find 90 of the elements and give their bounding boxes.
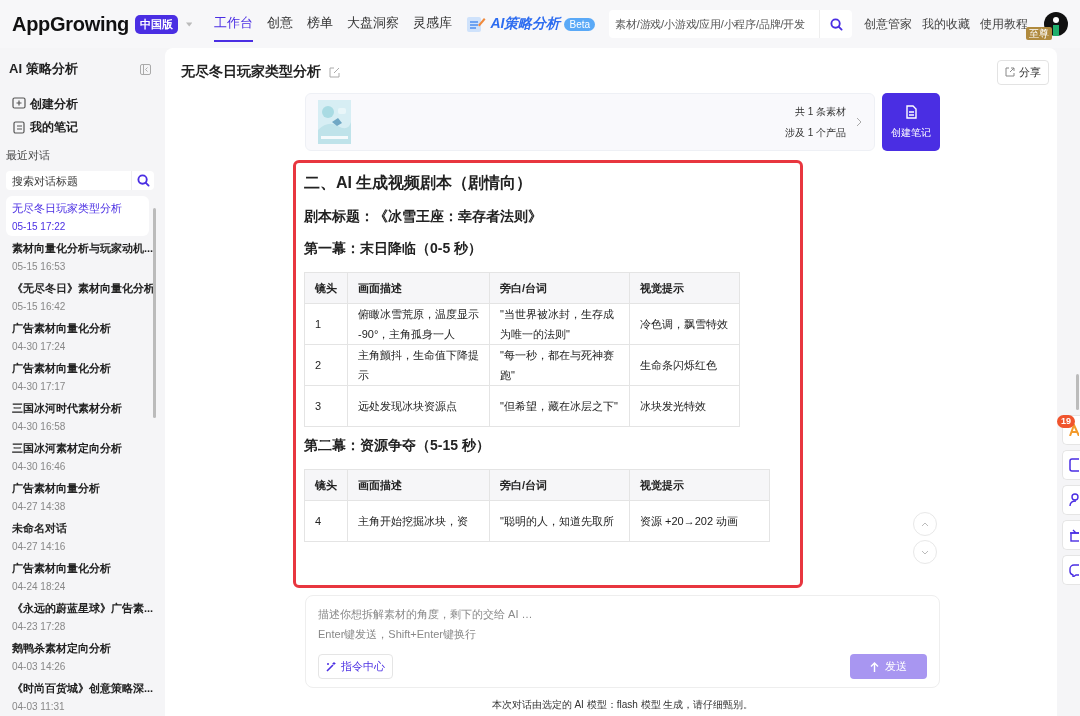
table-cell: 冰块发光特效 [629, 385, 740, 427]
table-cell: 俯瞰冰雪荒原，温度显示 -90°，主角孤身一人 [347, 303, 490, 345]
table-cell: 生命条闪烁红色 [629, 344, 740, 386]
ai-nav-link[interactable]: AI策略分析 Beta [466, 15, 596, 33]
table-cell: 远处发现冰块资源点 [347, 385, 490, 427]
conversation-item[interactable]: 三国冰河素材定向分析 04-30 16:46 [6, 436, 149, 476]
column-header: 旁白/台词 [489, 469, 630, 501]
notification-badge: 19 [1057, 415, 1075, 428]
share-icon [1005, 67, 1015, 77]
chevron-right-icon [856, 117, 862, 127]
search-icon [829, 17, 843, 31]
conversation-item[interactable]: 广告素材向量化分析 04-30 17:24 [6, 316, 149, 356]
vip-badge: 至尊 [1026, 27, 1052, 40]
search-icon [136, 174, 150, 188]
chevron-down-icon [921, 549, 929, 555]
table-cell: "但希望，藏在冰层之下" [489, 385, 630, 427]
table-cell: 冷色调，飘雪特效 [629, 303, 740, 345]
create-note-button[interactable]: 创建笔记 [882, 93, 940, 151]
section-label: 最近对话 [6, 148, 51, 164]
conversation-item[interactable]: 广告素材向量化分析 04-30 17:17 [6, 356, 149, 396]
message-composer[interactable]: 描述你想拆解素材的角度，剩下的交给 AI … Enter键发送，Shift+Enter键换行 指令中心 发送 [305, 595, 940, 688]
product-count: 涉及 1 个产品 [784, 125, 846, 140]
column-header: 画面描述 [347, 469, 490, 501]
table-cell: 1 [304, 303, 348, 345]
table-cell: "每一秒，都在与死神赛跑" [489, 344, 630, 386]
logo[interactable]: AppGrowing [12, 12, 129, 36]
rail-button[interactable] [1062, 485, 1080, 515]
nav-tab[interactable]: 大盘洞察 [347, 6, 400, 42]
search-button[interactable] [819, 10, 852, 38]
collapse-icon[interactable] [140, 63, 151, 75]
region-badge[interactable]: 中国版 [135, 14, 178, 34]
nav-tab[interactable]: 工作台 [214, 6, 254, 42]
page-title: 无尽冬日玩家类型分析 [181, 63, 321, 81]
document-icon [466, 15, 487, 33]
arrow-up-icon [870, 661, 879, 672]
magic-wand-icon [326, 661, 337, 672]
add-note-icon [12, 97, 26, 112]
column-header: 旁白/台词 [489, 272, 630, 304]
column-header: 镜头 [304, 469, 348, 501]
column-header: 镜头 [304, 272, 348, 304]
column-header: 画面描述 [347, 272, 490, 304]
sidebar-action[interactable]: 我的笔记 [6, 116, 154, 139]
conversation-search-field[interactable]: 搜索对话标题 [6, 171, 131, 190]
header-link[interactable]: 创意管家 [864, 15, 912, 33]
header-link[interactable]: 我的收藏 [922, 15, 970, 33]
nav-tab[interactable]: 灵感库 [413, 6, 453, 42]
chat-icon [1069, 563, 1079, 577]
chevron-up-icon [921, 521, 929, 527]
conversation-item[interactable]: 鹅鸭杀素材定向分析 04-03 14:26 [6, 636, 149, 676]
sidebar-title: AI 策略分析 [9, 60, 78, 79]
header-link[interactable]: 使用教程 [980, 15, 1028, 33]
note-icon [904, 104, 918, 120]
table-cell: 4 [304, 500, 348, 542]
search-field[interactable]: 素材/游戏/小游戏/应用/小程序/品牌/开发 [609, 10, 819, 38]
table-cell: 主角颤抖，生命值下降提示 [347, 344, 490, 386]
edit-icon[interactable] [329, 66, 340, 78]
conversation-item[interactable]: 广告素材向量化分析 04-24 18:24 [6, 556, 149, 596]
material-card[interactable]: 共 1 条素材 涉及 1 个产品 [305, 93, 875, 151]
command-center-button[interactable]: 指令中心 [318, 654, 393, 679]
table-cell: 3 [304, 385, 348, 427]
conversation-item[interactable]: 无尽冬日玩家类型分析 05-15 17:22 [6, 196, 149, 236]
column-header: 视觉提示 [629, 469, 770, 501]
document-icon [1069, 458, 1079, 472]
table-cell: "当世界被冰封，生存成为唯一的法则" [489, 303, 630, 345]
subheading: 第二幕：资源争夺（5-15 秒） [304, 437, 491, 455]
column-header: 视觉提示 [629, 272, 740, 304]
subheading: 剧本标题：《冰雪王座：幸存者法则》 [304, 208, 543, 226]
rail-button[interactable] [1062, 520, 1080, 550]
search-button[interactable] [131, 171, 154, 190]
conversation-item[interactable]: 三国冰河时代素材分析 04-30 16:58 [6, 396, 149, 436]
material-count: 共 1 条素材 [794, 104, 846, 119]
section-heading: 二、AI 生成视频剧本（剧情向） [304, 173, 534, 193]
nav-tab[interactable]: 榜单 [307, 6, 334, 42]
user-icon [1069, 493, 1079, 507]
subheading: 第一幕：末日降临（0-5 秒） [304, 240, 484, 258]
nav-tab[interactable]: 创意 [267, 6, 294, 42]
conversation-item[interactable]: 未命名对话 04-27 14:16 [6, 516, 149, 556]
conversation-item[interactable]: 广告素材向量分析 04-27 14:38 [6, 476, 149, 516]
notes-icon [12, 120, 26, 135]
table-cell: 主角开始挖掘冰块，资 [347, 500, 490, 542]
footer-note: 本次对话由选定的 AI 模型：flash 模型 生成，请仔细甄别。 [490, 698, 755, 712]
sidebar-action[interactable]: 创建分析 [6, 93, 154, 116]
rail-button[interactable] [1062, 450, 1080, 480]
table-cell: 2 [304, 344, 348, 386]
table-cell: "聪明的人，知道先取所 [489, 500, 630, 542]
rail-button[interactable] [1062, 555, 1080, 585]
table-cell: 资源 +20→202 动画 [629, 500, 770, 542]
letter-a-icon [1069, 424, 1079, 436]
caret-icon[interactable] [186, 21, 193, 27]
share-button[interactable]: 分享 [997, 59, 1049, 85]
